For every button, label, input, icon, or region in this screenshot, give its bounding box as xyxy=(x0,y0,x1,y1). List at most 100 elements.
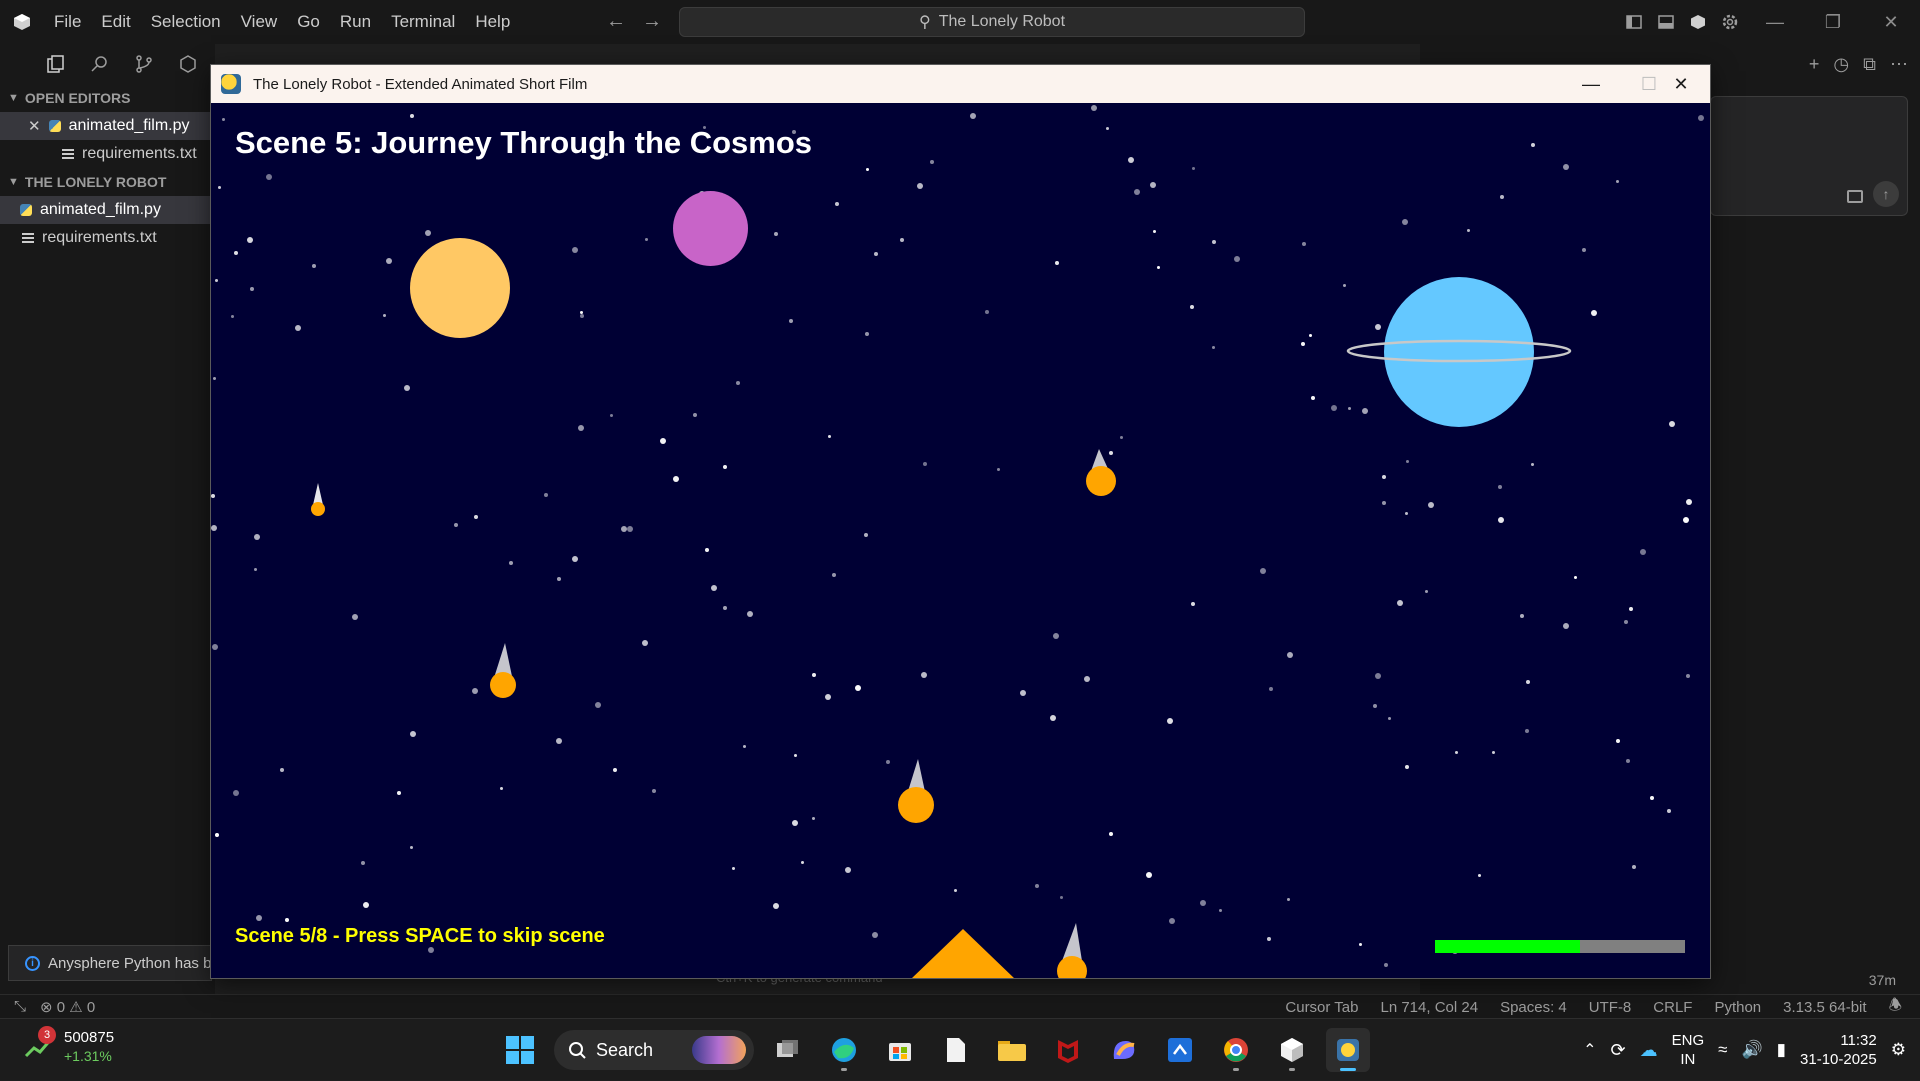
taskbar-search[interactable]: Search xyxy=(554,1030,754,1070)
menu-edit[interactable]: Edit xyxy=(91,12,140,32)
onedrive-icon[interactable]: ☁ xyxy=(1640,1040,1658,1061)
remote-icon[interactable]: ⤡ xyxy=(14,998,26,1015)
stock-widget[interactable]: 3 500875 +1.31% xyxy=(24,1026,114,1066)
status-interpreter[interactable]: 3.13.5 64-bit xyxy=(1783,999,1866,1016)
close-icon[interactable]: ✕ xyxy=(1652,65,1710,103)
tree-item-requirements[interactable]: requirements.txt xyxy=(0,224,215,252)
star xyxy=(1302,242,1306,246)
file-explorer-icon[interactable] xyxy=(990,1028,1034,1072)
copilot-icon[interactable] xyxy=(1102,1028,1146,1072)
menu-run[interactable]: Run xyxy=(330,12,381,32)
star xyxy=(572,556,578,562)
star xyxy=(828,435,831,438)
more-icon[interactable]: ⋯ xyxy=(1890,54,1908,75)
status-encoding[interactable]: UTF-8 xyxy=(1589,999,1632,1016)
star xyxy=(1106,127,1109,130)
game-titlebar[interactable]: The Lonely Robot - Extended Animated Sho… xyxy=(211,65,1710,103)
sync-icon[interactable]: ⟳ xyxy=(1611,1040,1626,1061)
open-editor-item-animated-film[interactable]: ✕ animated_film.py xyxy=(0,112,215,140)
star xyxy=(872,932,878,938)
star xyxy=(213,377,216,380)
problems-indicator[interactable]: ⊗ 0 ⚠ 0 xyxy=(40,998,95,1016)
toggle-panel-icon[interactable] xyxy=(1650,0,1682,44)
start-windows-icon[interactable] xyxy=(498,1028,542,1072)
python-app-icon[interactable] xyxy=(1326,1028,1370,1072)
notification-center-icon[interactable]: ⚙ xyxy=(1891,1040,1906,1060)
input-language[interactable]: ENG IN xyxy=(1672,1031,1705,1069)
menu-view[interactable]: View xyxy=(231,12,288,32)
notepad-icon[interactable] xyxy=(934,1028,978,1072)
star xyxy=(774,232,778,236)
mcafee-icon[interactable] xyxy=(1046,1028,1090,1072)
star xyxy=(474,515,478,519)
menu-help[interactable]: Help xyxy=(465,12,520,32)
minimize-icon[interactable]: — xyxy=(1562,65,1620,103)
section-title: THE LONELY ROBOT xyxy=(24,174,167,190)
star xyxy=(1698,115,1704,121)
wifi-icon[interactable]: ≈ xyxy=(1718,1040,1727,1060)
menu-go[interactable]: Go xyxy=(287,12,330,32)
menu-terminal[interactable]: Terminal xyxy=(381,12,465,32)
restore-icon[interactable]: ❐ xyxy=(1804,0,1862,44)
game-canvas[interactable]: Scene 5: Journey Through the Cosmos Scen… xyxy=(211,103,1710,978)
explorer-icon[interactable] xyxy=(44,52,68,76)
toggle-sidebar-icon[interactable] xyxy=(1618,0,1650,44)
star xyxy=(211,525,217,531)
cursor-app-icon[interactable] xyxy=(1270,1028,1314,1072)
image-attach-icon[interactable] xyxy=(1847,190,1863,203)
chevron-up-icon[interactable]: ⌃ xyxy=(1583,1040,1596,1060)
star xyxy=(930,160,934,164)
close-icon[interactable]: ✕ xyxy=(28,117,41,135)
history-icon[interactable]: ◷ xyxy=(1833,54,1849,75)
star xyxy=(1406,460,1409,463)
cube-icon[interactable] xyxy=(1682,0,1714,44)
chrome-icon[interactable] xyxy=(1214,1028,1258,1072)
star xyxy=(970,113,976,119)
duplicate-icon[interactable]: ⧉ xyxy=(1863,54,1876,75)
source-control-icon[interactable] xyxy=(132,52,156,76)
menu-selection[interactable]: Selection xyxy=(141,12,231,32)
microsoft-store-icon[interactable] xyxy=(878,1028,922,1072)
file-label: requirements.txt xyxy=(82,145,197,162)
task-view-icon[interactable] xyxy=(766,1028,810,1072)
notification-toast[interactable]: i Anysphere Python has b xyxy=(8,945,212,981)
running-indicator xyxy=(1340,1068,1356,1071)
status-language[interactable]: Python xyxy=(1714,999,1761,1016)
chat-input[interactable]: ↑ xyxy=(1710,96,1908,216)
star xyxy=(572,247,578,253)
status-cursor-tab[interactable]: Cursor Tab xyxy=(1285,999,1358,1016)
star xyxy=(1109,832,1113,836)
status-eol[interactable]: CRLF xyxy=(1653,999,1692,1016)
edge-browser-icon[interactable] xyxy=(822,1028,866,1072)
command-center[interactable]: ⚲ The Lonely Robot xyxy=(679,7,1305,37)
close-icon[interactable]: ✕ xyxy=(1862,0,1920,44)
status-indentation[interactable]: Spaces: 4 xyxy=(1500,999,1567,1016)
project-header[interactable]: ▼ THE LONELY ROBOT xyxy=(0,168,215,196)
volume-icon[interactable]: 🔊 xyxy=(1741,1040,1762,1060)
clock[interactable]: 11:32 31-10-2025 xyxy=(1800,1031,1877,1069)
tree-item-animated-film[interactable]: animated_film.py xyxy=(0,196,215,224)
status-position[interactable]: Ln 714, Col 24 xyxy=(1380,999,1478,1016)
star xyxy=(218,186,221,189)
menu-file[interactable]: File xyxy=(44,12,91,32)
forward-arrow-icon[interactable]: → xyxy=(642,10,662,33)
open-editor-item-requirements[interactable]: requirements.txt xyxy=(0,140,215,168)
search-icon[interactable] xyxy=(88,52,112,76)
back-arrow-icon[interactable]: ← xyxy=(606,10,626,33)
warning-count: 0 xyxy=(86,998,96,1016)
extensions-icon[interactable] xyxy=(176,52,200,76)
settings-gear-icon[interactable] xyxy=(1714,0,1746,44)
open-editors-header[interactable]: ▼ OPEN EDITORS xyxy=(0,84,215,112)
star xyxy=(1287,652,1293,658)
minimize-icon[interactable]: — xyxy=(1746,0,1804,44)
new-chat-plus-icon[interactable]: + xyxy=(1809,54,1820,75)
cursor-logo-icon[interactable] xyxy=(0,0,44,44)
star xyxy=(266,174,272,180)
bell-icon[interactable]: 🕭 xyxy=(1889,995,1902,1020)
star xyxy=(1060,896,1063,899)
star xyxy=(627,526,633,532)
vscode-icon[interactable] xyxy=(1158,1028,1202,1072)
send-arrow-icon[interactable]: ↑ xyxy=(1873,181,1899,207)
star xyxy=(1200,900,1206,906)
battery-icon[interactable]: ▮ xyxy=(1777,1040,1786,1060)
